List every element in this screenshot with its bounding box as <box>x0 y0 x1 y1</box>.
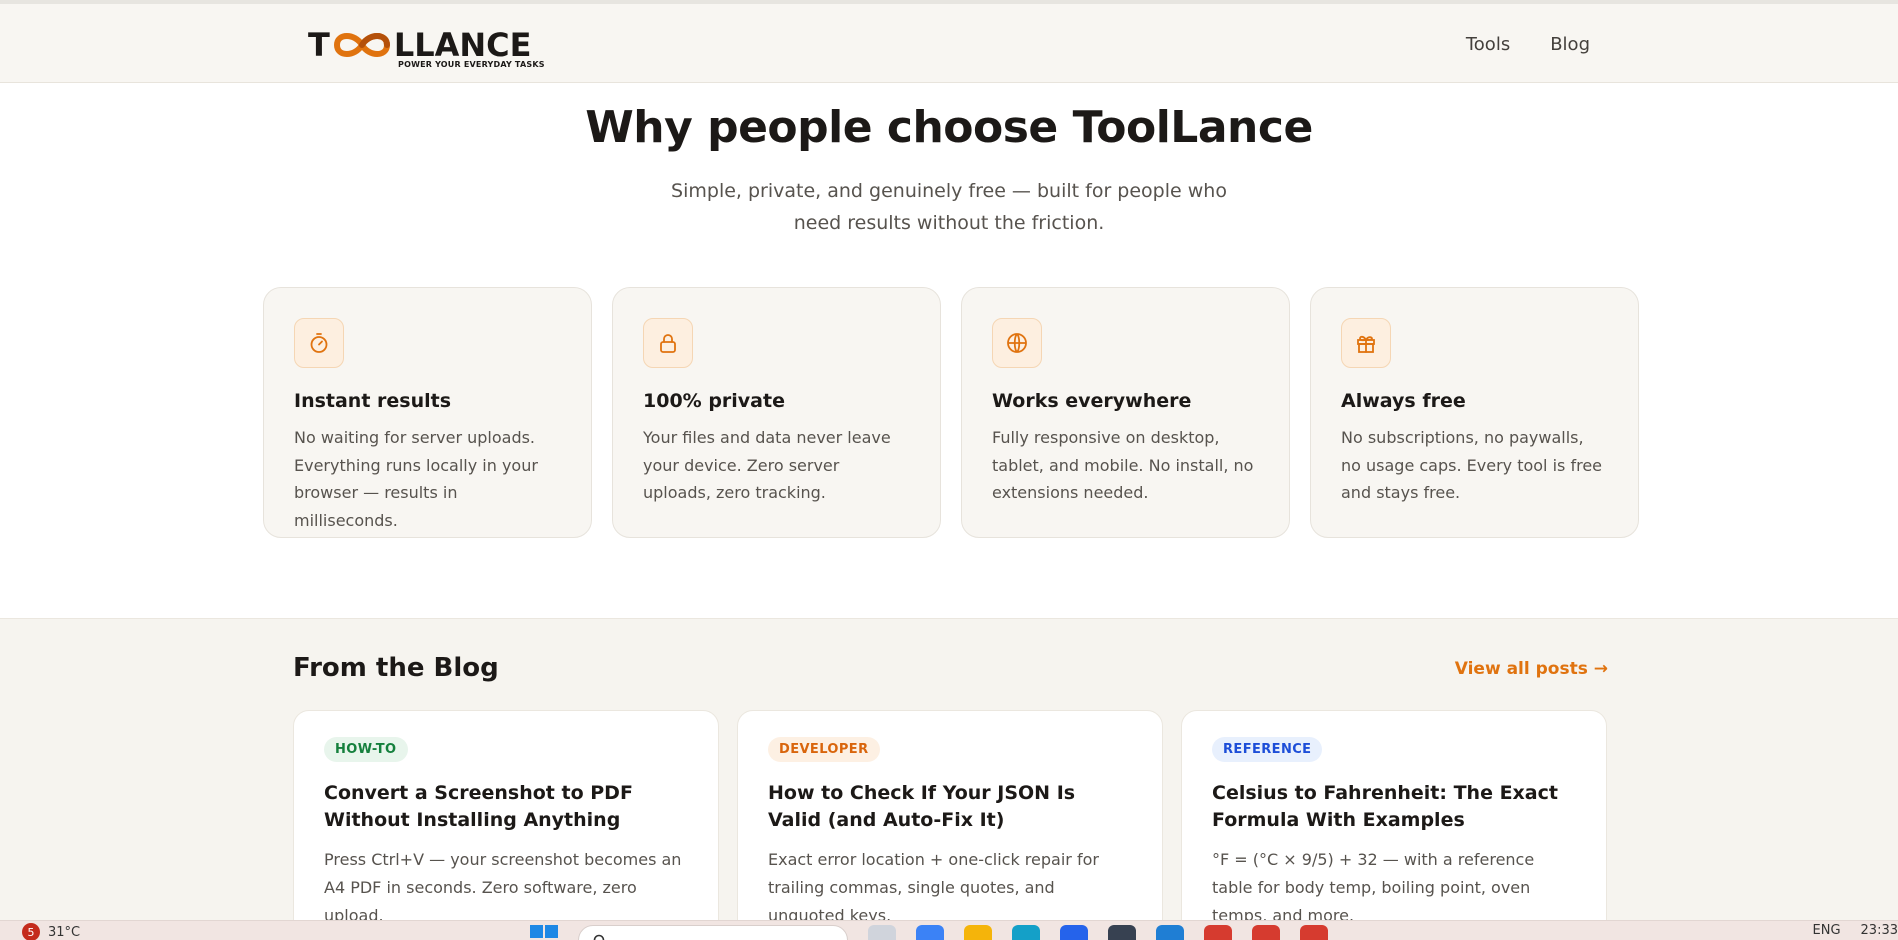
feature-card-free: Always free No subscriptions, no paywall… <box>1310 287 1639 538</box>
feature-description: Fully responsive on desktop, tablet, and… <box>992 428 1254 502</box>
chrome-profile-icon[interactable] <box>1252 925 1280 940</box>
taskbar-search-box[interactable] <box>578 925 848 940</box>
feature-card-private: 100% private Your files and data never l… <box>612 287 941 538</box>
taskbar-apps <box>530 925 1328 940</box>
file-explorer-icon[interactable] <box>964 925 992 940</box>
logo-wordmark: T LLANCE <box>308 28 538 62</box>
terminal-icon[interactable] <box>1108 925 1136 940</box>
section-title: Why people choose ToolLance <box>585 102 1313 153</box>
post-excerpt: °F = (°C × 9/5) + 32 — with a reference … <box>1212 850 1535 925</box>
chrome-profile-icon[interactable] <box>1300 925 1328 940</box>
post-excerpt: Press Ctrl+V — your screenshot becomes a… <box>324 850 682 925</box>
toollance-logo[interactable]: T LLANCE POWER YOUR EVERYDAY TASKS <box>308 28 544 72</box>
lock-icon <box>643 318 693 368</box>
logo-tagline: POWER YOUR EVERYDAY TASKS <box>398 60 545 69</box>
post-title[interactable]: How to Check If Your JSON Is Valid (and … <box>768 780 1132 834</box>
search-icon <box>593 934 605 940</box>
blog-heading: From the Blog <box>293 653 499 683</box>
task-view-icon[interactable] <box>868 925 896 940</box>
post-title[interactable]: Celsius to Fahrenheit: The Exact Formula… <box>1212 780 1576 834</box>
post-excerpt: Exact error location + one-click repair … <box>768 850 1099 925</box>
feature-card-everywhere: Works everywhere Fully responsive on des… <box>961 287 1290 538</box>
blog-post-list: HOW-TO Convert a Screenshot to PDF Witho… <box>293 710 1607 940</box>
nav-link-tools[interactable]: Tools <box>1466 34 1510 55</box>
copilot-icon[interactable] <box>916 925 944 940</box>
feature-description: No waiting for server uploads. Everythin… <box>294 428 538 530</box>
feature-card-instant: Instant results No waiting for server up… <box>263 287 592 538</box>
logo-letter-t: T <box>308 26 330 64</box>
language-indicator[interactable]: ENG <box>1813 923 1841 938</box>
infinity-logo-icon <box>331 29 393 61</box>
globe-icon <box>992 318 1042 368</box>
blog-post-card[interactable]: HOW-TO Convert a Screenshot to PDF Witho… <box>293 710 719 940</box>
clock[interactable]: 23:33 <box>1861 923 1898 938</box>
weather-alert-badge: 5 <box>22 923 40 940</box>
nav-link-blog[interactable]: Blog <box>1550 34 1590 55</box>
view-all-posts-link[interactable]: View all posts → <box>1455 659 1608 679</box>
feature-cards: Instant results No waiting for server up… <box>263 287 1639 538</box>
feature-title: Instant results <box>294 390 452 412</box>
edge-browser-icon[interactable] <box>1012 925 1040 940</box>
chrome-profile-icon[interactable] <box>1204 925 1232 940</box>
system-tray: ENG 23:33 <box>1813 923 1898 938</box>
stopwatch-icon <box>294 318 344 368</box>
windows-start-icon[interactable] <box>530 925 558 940</box>
post-category-badge: HOW-TO <box>324 737 408 762</box>
feature-description: Your files and data never leave your dev… <box>643 428 891 502</box>
feature-title: Always free <box>1341 390 1466 412</box>
section-subtitle: Simple, private, and genuinely free — bu… <box>671 180 1227 234</box>
store-icon[interactable] <box>1060 925 1088 940</box>
weather-temperature: 31°C <box>48 924 81 940</box>
post-title[interactable]: Convert a Screenshot to PDF Without Inst… <box>324 780 688 834</box>
blog-section: From the Blog View all posts → HOW-TO Co… <box>0 618 1898 940</box>
taskbar-weather-widget[interactable]: 5 31°C <box>22 923 80 940</box>
post-category-badge: REFERENCE <box>1212 737 1323 762</box>
feature-title: Works everywhere <box>992 390 1192 412</box>
logo-letters-llance: LLANCE <box>393 26 532 64</box>
windows-taskbar: 5 31°C ENG 23:33 <box>0 920 1898 940</box>
blog-post-card[interactable]: REFERENCE Celsius to Fahrenheit: The Exa… <box>1181 710 1607 940</box>
gift-icon <box>1341 318 1391 368</box>
main-nav: Tools Blog <box>1466 34 1590 55</box>
site-header: T LLANCE POWER YOUR EVERYDAY TASKS Tools… <box>0 4 1898 83</box>
blog-post-card[interactable]: DEVELOPER How to Check If Your JSON Is V… <box>737 710 1163 940</box>
vscode-icon[interactable] <box>1156 925 1184 940</box>
post-category-badge: DEVELOPER <box>768 737 880 762</box>
feature-description: No subscriptions, no paywalls, no usage … <box>1341 428 1602 502</box>
feature-title: 100% private <box>643 390 785 412</box>
